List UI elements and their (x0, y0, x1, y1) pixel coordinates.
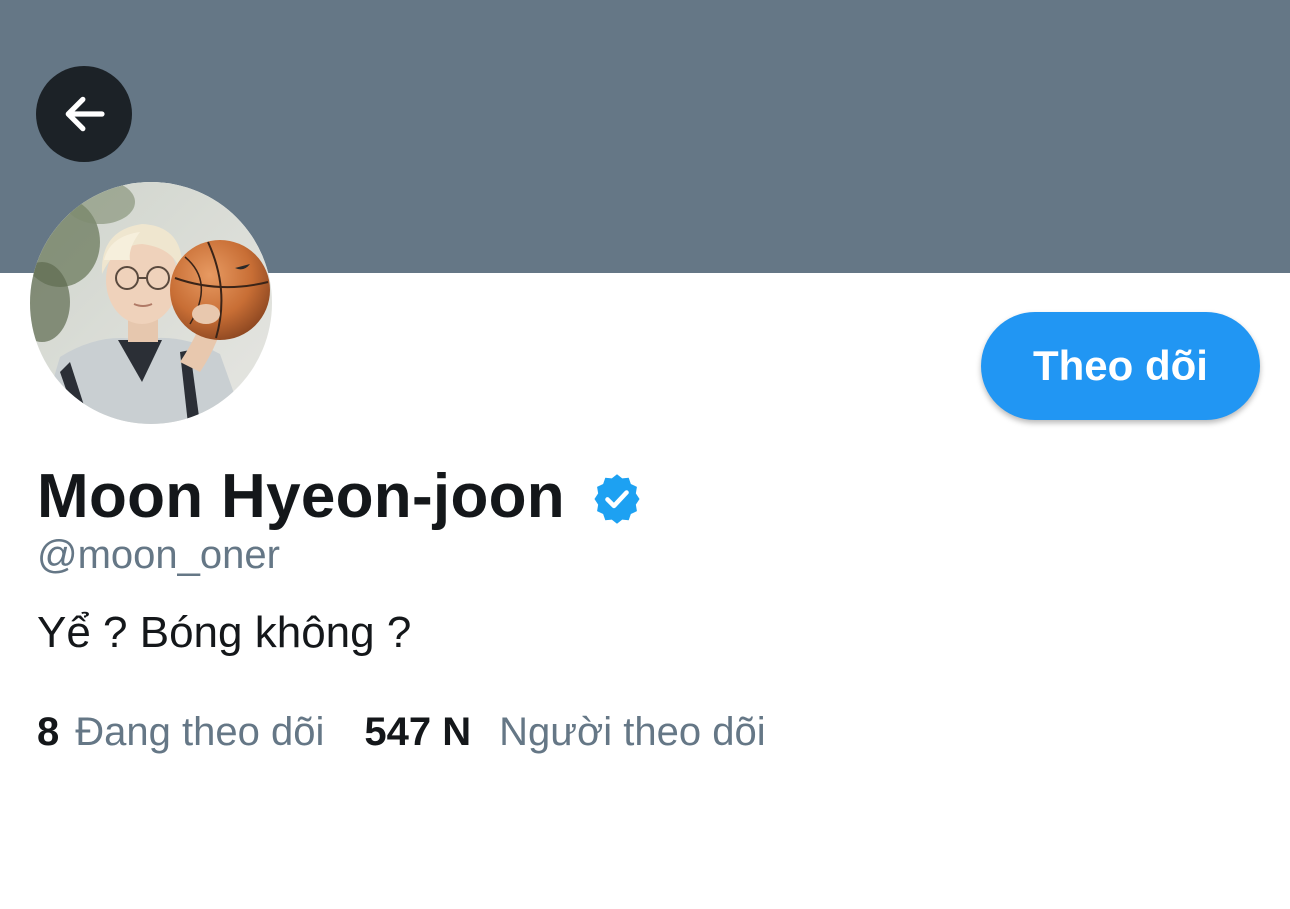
avatar-image (30, 182, 272, 424)
profile-page: Theo dõi Moon Hyeon-joon @moon_oner Yể ?… (0, 0, 1290, 909)
avatar[interactable] (30, 182, 272, 424)
following-label: Đang theo dõi (75, 710, 325, 754)
following-link[interactable]: 8 Đang theo dõi (37, 710, 324, 755)
follow-button[interactable]: Theo dõi (981, 312, 1260, 420)
username-handle: @moon_oner (37, 533, 280, 577)
followers-link[interactable]: 547 N Người theo dõi (364, 710, 765, 755)
display-name: Moon Hyeon-joon (37, 461, 565, 531)
verified-badge-icon (594, 474, 640, 524)
followers-label: Người theo dõi (499, 710, 766, 754)
profile-bio: Yể ? Bóng không ? (37, 608, 412, 657)
following-count: 8 (37, 710, 60, 754)
name-row: Moon Hyeon-joon (37, 456, 643, 536)
arrow-left-icon (65, 96, 105, 132)
profile-stats: 8 Đang theo dõi 547 N Người theo dõi (37, 710, 766, 755)
followers-count: 547 N (364, 710, 472, 754)
back-button[interactable] (36, 66, 132, 162)
